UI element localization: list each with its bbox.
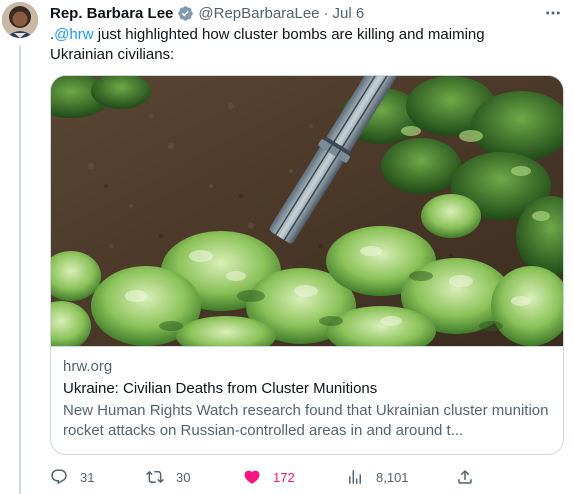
more-dots [546, 11, 560, 15]
card-image[interactable] [51, 76, 563, 346]
author-handle[interactable]: @RepBarbaraLee [198, 5, 319, 22]
card-photo-field-with-munition [51, 76, 563, 346]
views-bar-chart-icon [349, 470, 361, 484]
heart-filled-icon [244, 470, 260, 484]
retweet-count: 30 [176, 469, 191, 485]
more-horizontal-icon[interactable] [544, 4, 562, 22]
author-name[interactable]: Rep. Barbara Lee [50, 5, 173, 22]
thread-connector-line [19, 46, 21, 494]
card-body[interactable]: hrw.org Ukraine: Civilian Deaths from Cl… [51, 346, 563, 454]
separator-dot: · [323, 4, 329, 22]
reply-button[interactable]: 31 [50, 466, 94, 488]
like-button[interactable]: 172 [243, 466, 295, 488]
views-count: 8,101 [376, 469, 409, 485]
reply-count: 31 [80, 469, 95, 485]
mention-link[interactable]: @hrw [54, 26, 93, 43]
card-domain: hrw.org [63, 358, 113, 375]
share-button[interactable] [456, 466, 474, 488]
views-button[interactable]: 8,101 [346, 466, 409, 488]
card-title: Ukraine: Civilian Deaths from Cluster Mu… [63, 380, 378, 397]
reply-icon [51, 469, 67, 485]
tweet-text-body: just highlighted how cluster bombs are k… [50, 26, 485, 63]
tweet-text: .@hrw just highlighted how cluster bombs… [50, 25, 550, 65]
verified-badge-icon[interactable] [177, 5, 194, 22]
retweet-icon [146, 470, 164, 484]
avatar[interactable] [2, 2, 38, 38]
card-description: New Human Rights Watch research found th… [63, 402, 549, 439]
retweet-button[interactable]: 30 [146, 466, 190, 488]
avatar-photo [2, 2, 38, 38]
tweet-actions-bar: 31 30 172 8,101 [50, 466, 480, 488]
share-upload-icon [458, 469, 472, 484]
tweet-header: Rep. Barbara Lee @RepBarbaraLee · Jul 6 [50, 3, 364, 23]
like-count: 172 [273, 469, 295, 485]
tweet-date[interactable]: Jul 6 [333, 5, 365, 22]
link-preview-card[interactable]: hrw.org Ukraine: Civilian Deaths from Cl… [50, 75, 564, 455]
